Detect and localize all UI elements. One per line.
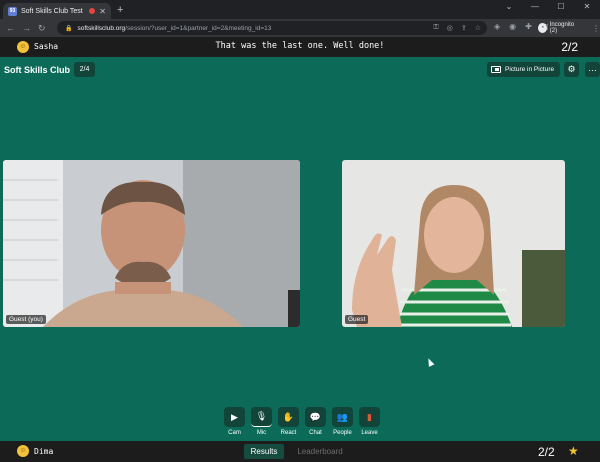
key-icon[interactable]: ⚿	[433, 24, 438, 32]
picture-in-picture-button[interactable]: Picture in Picture	[487, 62, 560, 77]
mic-control[interactable]: 🎙 Mic	[251, 407, 272, 436]
self-status-bar: ☺ Dima Results Leaderboard 2/2 ★	[0, 441, 600, 462]
chat-control[interactable]: 💬 Chat	[305, 407, 326, 436]
round-counter: 2/2	[561, 40, 578, 54]
minimize-button[interactable]: —	[522, 0, 548, 16]
eye-off-icon[interactable]: ◎	[447, 24, 453, 32]
cam-label: Cam	[228, 430, 241, 436]
app-header: Soft Skills Club 2/4 Picture in Picture …	[0, 59, 600, 81]
page-indicator: 2/4	[74, 62, 95, 77]
kebab-menu-icon[interactable]: ⋮	[592, 24, 600, 33]
self-video-feed	[3, 160, 300, 327]
video-tile-self: Guest (you)	[3, 160, 300, 327]
partner-video-feed	[342, 160, 565, 327]
mic-label: Mic	[256, 430, 267, 436]
address-bar[interactable]: 🔒 softskillsclub.org /session/?user_id=1…	[57, 21, 487, 35]
extension-icon[interactable]: ◉	[509, 22, 516, 31]
bookmark-star-icon[interactable]: ☆	[475, 24, 481, 32]
close-window-button[interactable]: ✕	[574, 0, 600, 16]
tab-results[interactable]: Results	[244, 444, 284, 459]
browser-toolbar: ← → ↻ 🔒 softskillsclub.org /session/?use…	[0, 19, 600, 37]
video-label-partner: Guest	[345, 315, 369, 324]
picture-in-picture-icon	[491, 66, 501, 73]
tab-leaderboard[interactable]: Leaderboard	[292, 444, 348, 459]
reload-button[interactable]: ↻	[38, 23, 48, 34]
browser-tab-strip: 93 Soft Skills Club Test ✕ + ⌄ — ☐ ✕	[0, 0, 600, 19]
lock-icon: 🔒	[65, 25, 73, 32]
react-control[interactable]: ✋ React	[278, 407, 299, 436]
share-icon[interactable]: ⇪	[461, 24, 467, 32]
microphone-icon[interactable]: 🎙	[251, 407, 272, 427]
settings-button[interactable]: ⚙	[564, 62, 579, 77]
people-label: People	[333, 430, 352, 436]
close-tab-icon[interactable]: ✕	[99, 7, 106, 16]
url-host: softskillsclub.org	[77, 24, 126, 32]
browser-tab-title: Soft Skills Club Test	[21, 7, 83, 15]
star-icon: ★	[568, 444, 579, 458]
more-options-button[interactable]: …	[585, 62, 600, 77]
puzzle-icon[interactable]: ✚	[525, 22, 532, 31]
emoji-avatar-icon: ☺	[17, 445, 29, 457]
maximize-button[interactable]: ☐	[548, 0, 574, 16]
score-counter: 2/2	[538, 445, 555, 459]
back-button[interactable]: ←	[6, 23, 16, 33]
forward-button[interactable]: →	[22, 23, 32, 33]
call-controls: ▶ Cam 🎙 Mic ✋ React 💬 Chat 👥 People ▮ Le…	[224, 407, 380, 436]
people-icon[interactable]: 👥	[332, 407, 353, 427]
browser-tab[interactable]: 93 Soft Skills Club Test ✕	[3, 3, 111, 19]
incognito-indicator[interactable]: ◔ Incognito (2) ⋮	[538, 22, 600, 34]
people-control[interactable]: 👥 People	[332, 407, 353, 436]
shield-icon[interactable]: ◈	[494, 22, 500, 31]
incognito-label: Incognito (2)	[549, 22, 575, 34]
ellipsis-icon: …	[588, 63, 597, 73]
cam-control[interactable]: ▶ Cam	[224, 407, 245, 436]
incognito-icon: ◔	[538, 23, 547, 33]
gear-icon: ⚙	[567, 64, 576, 74]
door-icon[interactable]: ▮	[359, 407, 380, 427]
video-label-self: Guest (you)	[6, 315, 46, 324]
window-controls: ⌄ — ☐ ✕	[496, 0, 600, 16]
chevron-down-icon[interactable]: ⌄	[496, 0, 522, 16]
mouse-cursor-icon	[425, 357, 435, 367]
new-tab-button[interactable]: +	[117, 4, 123, 16]
brand-logo: Soft Skills Club	[4, 65, 71, 75]
self-name: Dima	[34, 447, 54, 456]
partner-status-bar: ☺ Sasha That was the last one. Well done…	[0, 37, 600, 57]
site-favicon-icon: 93	[8, 6, 17, 16]
video-tile-partner: Guest	[342, 160, 565, 327]
chat-icon[interactable]: 💬	[305, 407, 326, 427]
address-bar-icons: ⚿ ◎ ⇪ ☆	[433, 24, 481, 32]
camera-icon[interactable]: ▶	[224, 407, 245, 427]
leave-control[interactable]: ▮ Leave	[359, 407, 380, 436]
picture-in-picture-label: Picture in Picture	[505, 66, 555, 73]
leave-label: Leave	[361, 430, 378, 436]
chat-label: Chat	[309, 430, 322, 436]
status-message: That was the last one. Well done!	[215, 41, 385, 51]
react-label: React	[280, 430, 297, 436]
recording-dot-icon	[89, 8, 96, 14]
hand-wave-icon[interactable]: ✋	[278, 407, 299, 427]
url-path: /session/?user_id=1&partner_id=2&meeting…	[125, 24, 272, 32]
